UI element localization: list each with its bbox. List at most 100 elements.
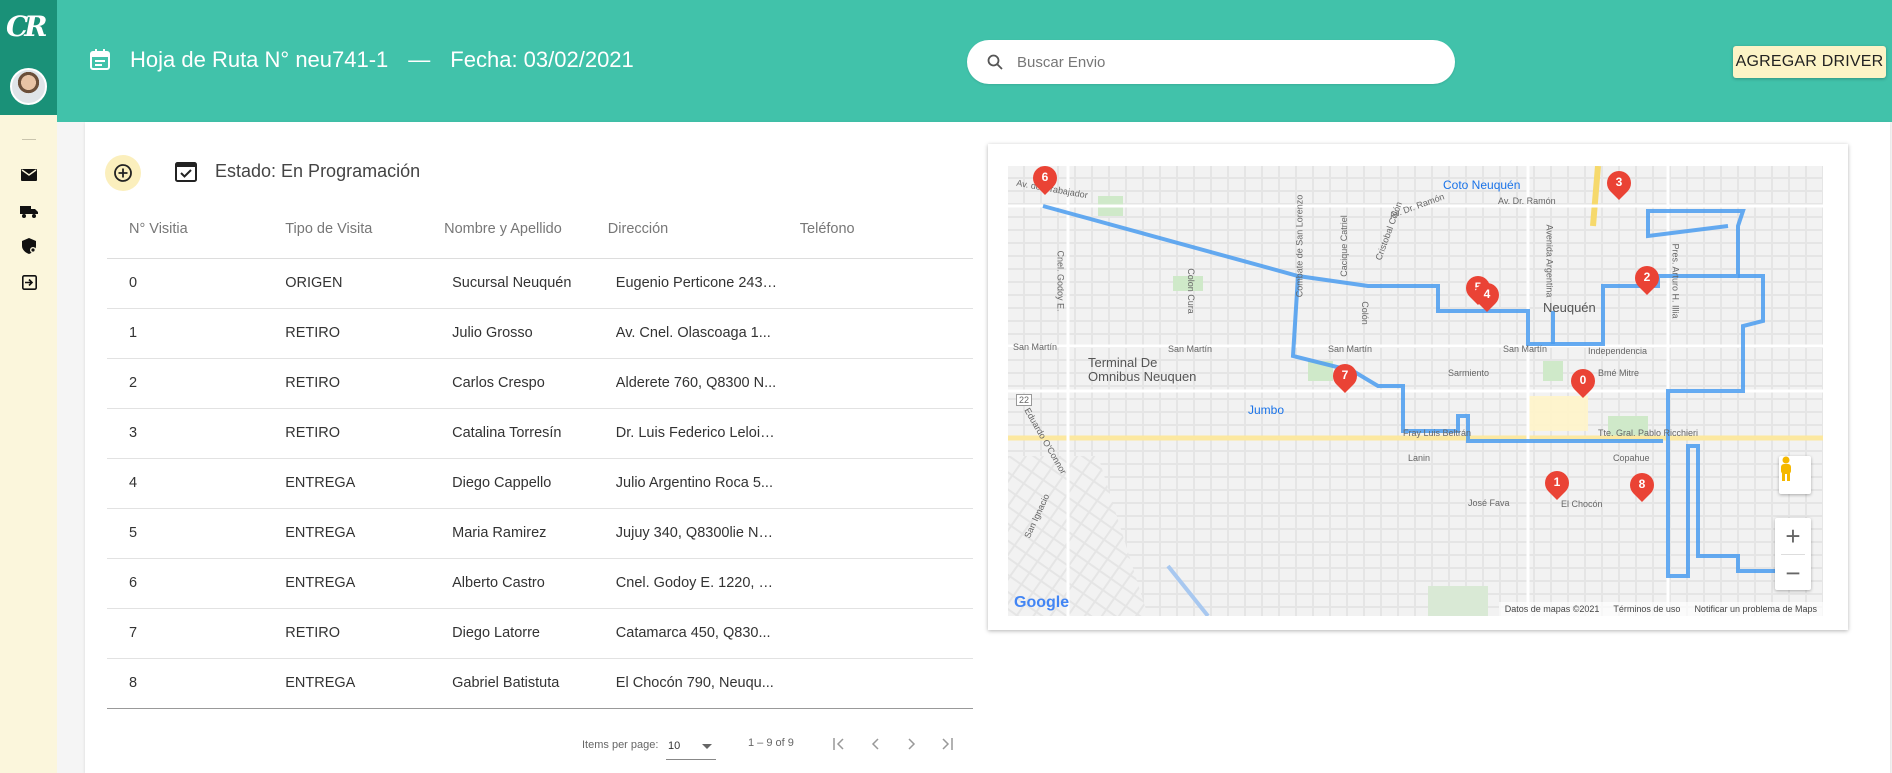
report-problem-link[interactable]: Notificar un problema de Maps [1694,604,1817,614]
visit-number: 0 [107,258,264,309]
search-bar [967,40,1455,84]
map-attribution: Datos de mapas ©2021 Términos de uso Not… [1498,602,1823,616]
map-streets [1008,166,1823,616]
visit-type: RETIRO [263,308,423,359]
map-marker[interactable]: 6 [1028,166,1062,200]
route-sheet-title: Hoja de Ruta N° neu741-1 [130,47,389,72]
table-row[interactable]: 6 ENTREGA Alberto Castro Cnel. Godoy E. 122… [107,558,973,609]
visit-phone [777,508,973,559]
search-input[interactable] [1017,53,1417,71]
first-page-button[interactable] [829,733,851,755]
city-label: Neuquén [1543,300,1596,315]
map-data-credit: Datos de mapas ©2021 [1504,604,1600,614]
contact-name: Julio Grosso [422,308,586,359]
visit-phone [777,308,973,359]
visit-number: 2 [107,358,264,409]
visit-address: Dr. Luis Federico Leloir ... [615,425,778,442]
poi-label[interactable]: Coto Neuquén [1443,178,1520,192]
visit-address: Julio Argentino Roca 5... [615,475,773,492]
visit-type: ENTREGA [263,458,423,509]
route-shield: 22 [1016,394,1033,406]
previous-page-button[interactable] [865,733,887,755]
table-header-row: N° Visitia Tipo de Visita Nombre y Apell… [107,200,973,259]
truck-icon[interactable] [20,202,38,220]
visit-number: 1 [107,308,264,359]
paginator: Items per page: 10 1 – 9 of 9 [85,730,975,760]
map-marker[interactable]: 3 [1602,166,1636,205]
visit-address: El Chocón 790, Neuqu... [615,675,774,692]
visit-number: 6 [107,558,264,609]
table-row[interactable]: 5 ENTREGA Maria Ramirez Jujuy 340, Q8300lie… [107,508,973,559]
column-header-visit-type[interactable]: Tipo de Visita [263,200,423,259]
add-visit-button[interactable] [105,155,141,191]
poi-label[interactable]: Terminal De Omnibus Neuquen [1088,356,1208,384]
chevron-left-icon [871,738,879,750]
map-marker[interactable]: 1 [1540,466,1574,505]
calendar-icon [90,49,110,70]
contact-name: Catalina Torresín [422,408,586,459]
items-per-page-label: Items per page: [582,739,659,751]
street-label: Copahue [1613,453,1650,463]
search-icon [987,54,1003,70]
next-page-button[interactable] [900,733,922,755]
column-header-visit-number[interactable]: N° Visitia [107,200,264,259]
items-per-page-select[interactable]: 10 [666,732,716,760]
status-indicator: Estado: En Programación [175,160,420,182]
street-label: Pres. Arturo H. Illia [1670,243,1681,319]
street-label: Sarmiento [1448,368,1490,378]
last-page-button[interactable] [935,733,957,755]
visit-phone [777,358,973,409]
visit-address: Cnel. Godoy E. 1220, Q... [615,575,778,592]
street-label: San Martín [1168,344,1213,354]
table-row[interactable]: 1 RETIRO Julio Grosso Av. Cnel. Olascoaga 1… [107,308,973,359]
top-header: Hoja de Ruta N° neu741-1 — Fecha: 03/02/… [57,0,1892,122]
visit-address: Eugenio Perticone 243,... [615,275,778,292]
visit-type: ENTREGA [263,508,423,559]
map-marker[interactable]: 8 [1625,468,1659,507]
table-row[interactable]: 7 RETIRO Diego Latorre Catamarca 450, Q830.… [107,608,973,659]
column-header-phone[interactable]: Teléfono [777,200,973,259]
app-logo[interactable]: CR [6,10,52,46]
zoom-out-button[interactable]: − [1775,555,1811,591]
table-row[interactable]: 3 RETIRO Catalina Torresín Dr. Luis Federic… [107,408,973,459]
chevron-right-icon [908,738,916,750]
street-label: Independencia [1588,346,1648,356]
map-marker[interactable]: 4 [1470,278,1504,317]
user-avatar[interactable] [10,68,47,105]
visit-phone [777,608,973,659]
street-label: San Martín [1328,344,1373,354]
add-driver-button[interactable]: AGREGAR DRIVER [1733,46,1886,78]
zoom-in-button[interactable]: + [1775,518,1811,554]
map-card: Av. del Trabajador Cnel. Godoy E. Colon … [988,144,1848,630]
street-label: Tte. Gral. Pablo Ricchieri [1598,428,1699,438]
mail-icon[interactable] [20,166,38,184]
table-row[interactable]: 0 ORIGEN Sucursal Neuquén Eugenio Perticone… [107,258,973,309]
items-per-page-value: 10 [668,739,681,752]
visit-address: Av. Cnel. Olascoaga 1... [615,325,771,342]
table-row[interactable]: 2 RETIRO Carlos Crespo Alderete 760, Q8300 … [107,358,973,409]
street-label: Lanin [1408,453,1431,463]
table-row[interactable]: 8 ENTREGA Gabriel Batistuta El Chocón 790, … [107,658,973,709]
route-map[interactable]: Av. del Trabajador Cnel. Godoy E. Colon … [1008,166,1823,616]
column-header-name[interactable]: Nombre y Apellido [422,200,586,259]
poi-label[interactable]: Jumbo [1248,403,1284,417]
shield-user-icon[interactable] [20,237,38,255]
terms-link[interactable]: Términos de uso [1613,604,1680,614]
map-marker[interactable]: 7 [1328,359,1362,398]
contact-name: Carlos Crespo [422,358,586,409]
logout-icon[interactable] [20,273,38,291]
street-label: Cacique Catriel [1338,215,1349,277]
street-label: Avenida Argentina [1544,224,1555,298]
column-header-address[interactable]: Dirección [585,200,778,259]
map-marker[interactable]: 2 [1630,261,1664,300]
street-label: San Martín [1503,344,1548,354]
dropdown-caret-icon [702,744,712,749]
first-page-icon [833,738,844,750]
map-marker[interactable]: 0 [1566,364,1600,403]
visit-number: 8 [107,658,264,709]
street-label: Bmé Mitre [1598,368,1640,378]
table-row[interactable]: 4 ENTREGA Diego Cappello Julio Argentino Ro… [107,458,973,509]
street-label: San Martín [1013,342,1058,352]
street-label: Fray Luis Beltrán [1403,428,1472,438]
street-view-pegman-icon[interactable] [1779,456,1811,494]
